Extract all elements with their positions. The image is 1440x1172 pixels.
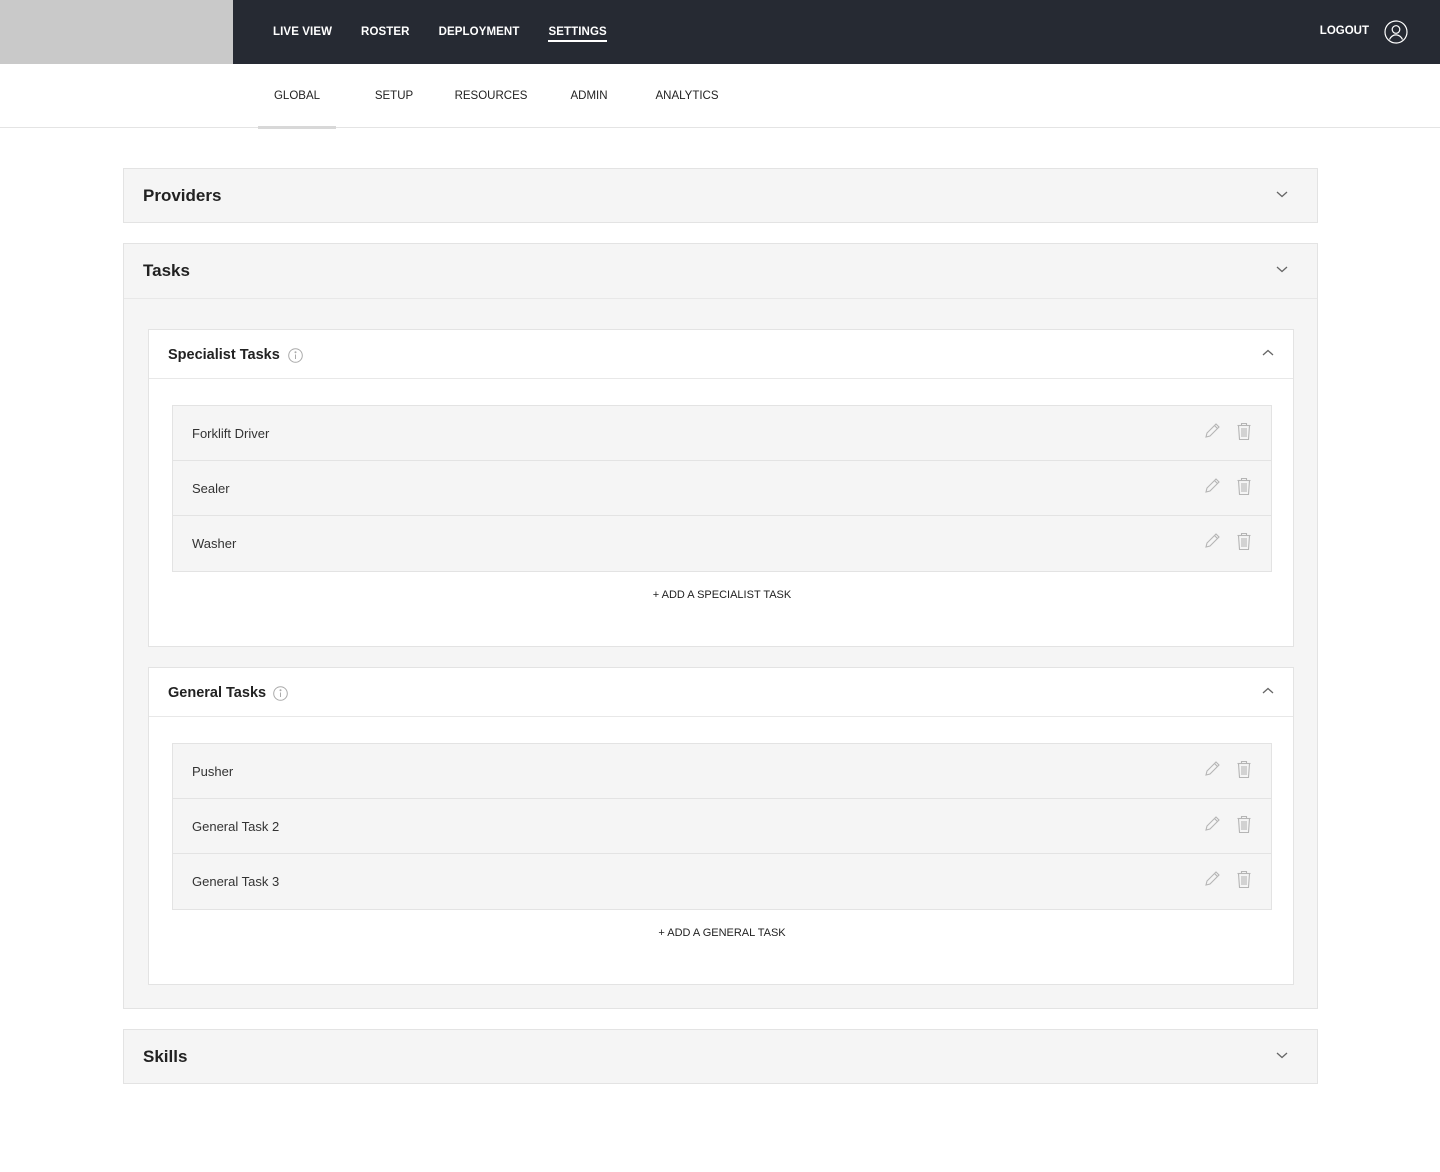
task-name: Sealer: [192, 481, 230, 496]
chevron-down-icon[interactable]: [1275, 264, 1289, 274]
list-item: General Task 3: [173, 854, 1271, 909]
trash-icon[interactable]: [1236, 422, 1252, 441]
task-name: Washer: [192, 536, 237, 551]
pencil-icon[interactable]: [1203, 815, 1221, 833]
pencil-icon[interactable]: [1203, 477, 1221, 495]
specialist-tasks-panel: Specialist Tasks Forklift Driver Sealer …: [148, 329, 1294, 647]
pencil-icon[interactable]: [1203, 532, 1221, 550]
add-general-task-button[interactable]: + ADD A GENERAL TASK: [149, 927, 1295, 939]
list-item: Sealer: [173, 461, 1271, 516]
providers-title: Providers: [143, 186, 222, 205]
tasks-panel-header[interactable]: Tasks: [124, 244, 1317, 298]
info-icon[interactable]: [288, 348, 303, 363]
providers-panel-header[interactable]: Providers: [124, 169, 1317, 223]
logo-placeholder[interactable]: [0, 0, 233, 64]
chevron-down-icon[interactable]: [1275, 1050, 1289, 1060]
chevron-up-icon[interactable]: [1261, 348, 1275, 358]
tab-global[interactable]: GLOBAL: [258, 64, 336, 129]
tab-admin[interactable]: ADMIN: [558, 64, 620, 128]
list-item: General Task 2: [173, 799, 1271, 854]
info-icon[interactable]: [273, 686, 288, 701]
nav-settings[interactable]: SETTINGS: [548, 22, 608, 42]
chevron-up-icon[interactable]: [1261, 686, 1275, 696]
tab-resources[interactable]: RESOURCES: [452, 64, 530, 128]
specialist-task-list: Forklift Driver Sealer Washer: [172, 405, 1272, 572]
trash-icon[interactable]: [1236, 760, 1252, 779]
tab-analytics[interactable]: ANALYTICS: [648, 64, 726, 128]
settings-subnav: GLOBAL SETUP RESOURCES ADMIN ANALYTICS: [0, 64, 1440, 129]
pencil-icon[interactable]: [1203, 422, 1221, 440]
pencil-icon[interactable]: [1203, 760, 1221, 778]
trash-icon[interactable]: [1236, 815, 1252, 834]
skills-panel-header[interactable]: Skills: [124, 1030, 1317, 1084]
task-name: General Task 3: [192, 874, 280, 889]
pencil-icon[interactable]: [1203, 870, 1221, 888]
specialist-tasks-title: Specialist Tasks: [168, 347, 280, 363]
providers-panel: Providers: [123, 168, 1318, 223]
task-name: General Task 2: [192, 819, 280, 834]
task-name: Forklift Driver: [192, 426, 270, 441]
nav-deployment[interactable]: DEPLOYMENT: [439, 22, 520, 42]
user-circle-icon[interactable]: [1384, 20, 1408, 44]
list-item: Washer: [173, 516, 1271, 571]
top-navigation-bar: LIVE VIEW ROSTER DEPLOYMENT SETTINGS LOG…: [0, 0, 1440, 64]
list-item: Pusher: [173, 744, 1271, 799]
tasks-panel-body: Specialist Tasks Forklift Driver Sealer …: [124, 298, 1317, 1009]
nav-live-view[interactable]: LIVE VIEW: [273, 22, 332, 42]
logout-button[interactable]: LOGOUT: [1320, 25, 1369, 37]
general-tasks-panel: General Tasks Pusher General Task 2 Gene…: [148, 667, 1294, 985]
trash-icon[interactable]: [1236, 532, 1252, 551]
tasks-title: Tasks: [143, 261, 190, 280]
task-name: Pusher: [192, 764, 234, 779]
general-tasks-header[interactable]: General Tasks: [149, 668, 1293, 717]
skills-title: Skills: [143, 1047, 188, 1066]
specialist-tasks-header[interactable]: Specialist Tasks: [149, 330, 1293, 379]
nav-roster[interactable]: ROSTER: [361, 22, 410, 42]
tab-setup[interactable]: SETUP: [362, 64, 426, 128]
skills-panel: Skills: [123, 1029, 1318, 1084]
general-task-list: Pusher General Task 2 General Task 3: [172, 743, 1272, 910]
trash-icon[interactable]: [1236, 870, 1252, 889]
trash-icon[interactable]: [1236, 477, 1252, 496]
general-tasks-title: General Tasks: [168, 685, 267, 701]
main-nav: LIVE VIEW ROSTER DEPLOYMENT SETTINGS: [273, 0, 636, 64]
tasks-panel: Tasks Specialist Tasks Forklift Driver S…: [123, 243, 1318, 1009]
list-item: Forklift Driver: [173, 406, 1271, 461]
chevron-down-icon[interactable]: [1275, 189, 1289, 199]
add-specialist-task-button[interactable]: + ADD A SPECIALIST TASK: [149, 589, 1295, 601]
